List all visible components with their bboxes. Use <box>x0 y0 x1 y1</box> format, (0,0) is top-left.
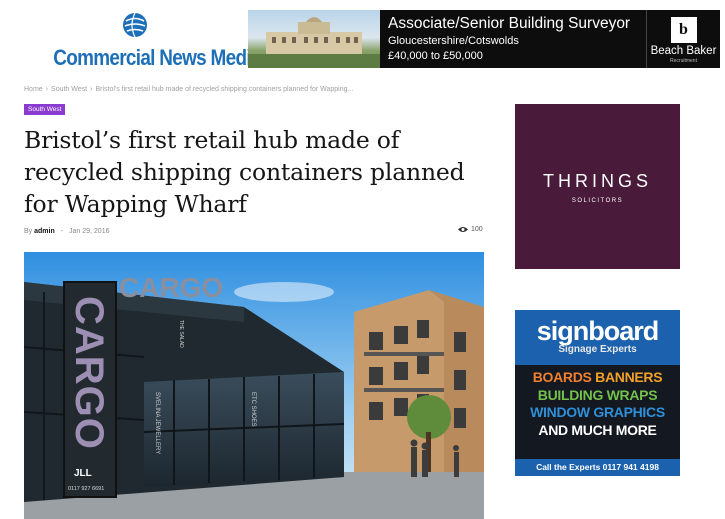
by-label: By <box>24 228 33 235</box>
hero-shop-label: ETC SHOES <box>250 392 256 427</box>
publish-date: Jan 29, 2016 <box>69 228 110 235</box>
signboard-ad-line: BANNERS <box>595 369 663 385</box>
breadcrumb-south-west[interactable]: South West <box>51 86 87 93</box>
signboard-ad-line: WINDOW GRAPHICS <box>530 404 665 420</box>
logo-text: Commercial News Media <box>53 45 261 70</box>
hero-sign-phone: 0117 927 6691 <box>68 486 104 492</box>
breadcrumb: Home › South West › Bristol's first retail h… <box>24 86 353 93</box>
hero-sign-text: CARGO <box>67 296 111 450</box>
article-title: Bristol’s first retail hub made of recyc… <box>24 126 465 218</box>
banner-ad-title: Associate/Senior Building Surveyor <box>388 15 631 32</box>
breadcrumb-separator: › <box>90 86 93 93</box>
hero-shop-label: SVELINA JEWELLERY <box>154 392 160 454</box>
banner-ad-salary: £40,000 to £50,000 <box>388 50 483 62</box>
breadcrumb-current: Bristol's first retail hub made of recyc… <box>95 86 354 93</box>
site-logo[interactable]: Commercial News Media <box>40 12 261 72</box>
banner-ad[interactable]: Associate/Senior Building Surveyor Glouc… <box>248 10 720 68</box>
beach-baker-logo-icon: b <box>670 17 697 43</box>
thrings-ad-sub: SOLICITORS <box>571 198 624 204</box>
banner-ad-brand-name: Beach Baker <box>650 45 717 57</box>
hero-roof-text: CARGO <box>119 272 223 303</box>
banner-ad-brand: b Beach Baker Recruitment <box>646 10 720 68</box>
signboard-ad-line: BUILDING WRAPS <box>537 386 658 403</box>
hero-sign-brand: JLL <box>74 468 92 479</box>
eye-icon <box>458 227 468 232</box>
view-count-value: 100 <box>471 226 483 233</box>
article-meta: By admin - Jan 29, 2016 <box>24 228 109 235</box>
view-count: 100 <box>458 226 483 233</box>
hero-image: CARGO CARGO JLL 0117 927 6691 SVELINA JE… <box>24 252 484 519</box>
signboard-ad-cta: Call the Experts 0117 941 4198 <box>515 459 680 476</box>
breadcrumb-home[interactable]: Home <box>24 86 43 93</box>
banner-ad-location: Gloucestershire/Cotswolds <box>388 35 519 47</box>
signboard-ad[interactable]: signboard Signage Experts BOARDS BANNERS… <box>515 310 680 476</box>
signboard-ad-line: AND MUCH MORE <box>538 421 657 438</box>
signboard-ad-name: signboard <box>536 316 660 346</box>
signboard-ad-line: BOARDS <box>532 369 592 385</box>
breadcrumb-separator: › <box>45 86 49 93</box>
banner-ad-image <box>248 10 380 68</box>
thrings-ad[interactable]: THRINGS SOLICITORS <box>515 104 680 269</box>
globe-icon <box>123 12 147 38</box>
category-tag[interactable]: South West <box>24 104 66 115</box>
banner-ad-brand-sub: Recruitment <box>670 58 697 64</box>
author-link[interactable]: admin <box>34 228 55 235</box>
thrings-ad-name: THRINGS <box>543 171 652 191</box>
hero-shop-label: THE SALAD <box>178 320 184 348</box>
meta-separator: - <box>60 228 64 235</box>
